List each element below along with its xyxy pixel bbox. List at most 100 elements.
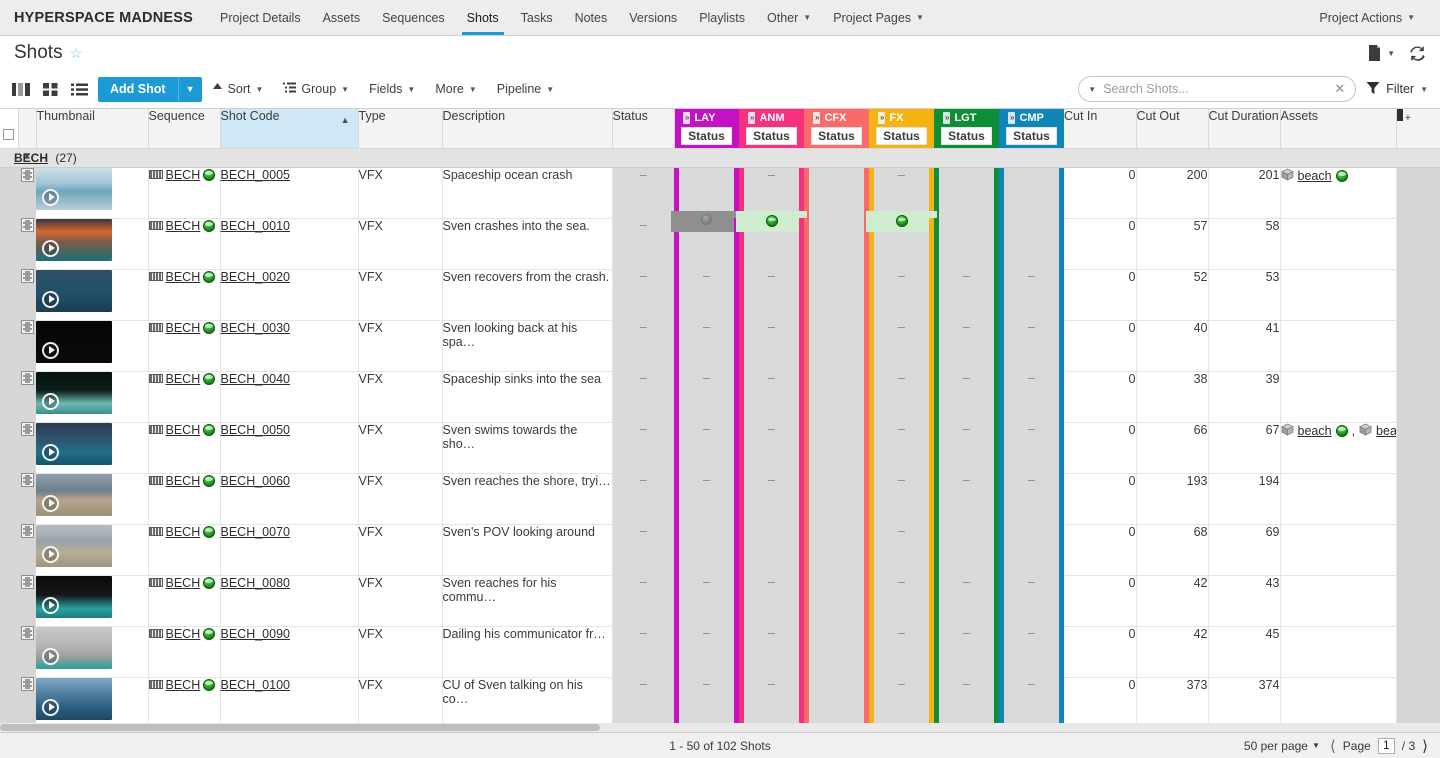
task-status-cell-lgt[interactable]: [939, 218, 994, 269]
type-cell[interactable]: VFX: [358, 269, 443, 321]
play-icon[interactable]: [42, 392, 59, 410]
column-header-cmp[interactable]: » CMP Status: [1004, 109, 1059, 149]
search-box[interactable]: ▼ ✕: [1078, 76, 1357, 102]
shot-code-link[interactable]: BECH_0060: [221, 474, 291, 488]
cut-out-cell[interactable]: 193: [1136, 473, 1209, 525]
shot-code-cell[interactable]: BECH_0020: [220, 269, 359, 321]
shot-code-link[interactable]: BECH_0040: [221, 372, 291, 386]
expand-icon[interactable]: »: [748, 111, 756, 124]
task-status-cell-lgt[interactable]: [939, 524, 994, 575]
detail-view-icon[interactable]: [71, 82, 88, 97]
sequence-cell[interactable]: BECH: [148, 575, 221, 627]
cut-out-cell[interactable]: 38: [1136, 371, 1209, 423]
task-status-cell-lay[interactable]: [679, 524, 734, 575]
shot-code-cell[interactable]: BECH_0050: [220, 422, 359, 474]
star-icon[interactable]: ☆: [70, 45, 83, 62]
asset-link[interactable]: beach: [1298, 169, 1332, 183]
shot-code-link[interactable]: BECH_0090: [221, 627, 291, 641]
task-status-cell-fx[interactable]: –: [874, 626, 929, 677]
task-status-cell-anm[interactable]: –: [744, 422, 799, 473]
status-cell[interactable]: –: [612, 626, 674, 677]
sequence-cell[interactable]: BECH: [148, 371, 221, 423]
description-cell[interactable]: Sven swims towards the sho…: [442, 422, 613, 474]
cut-out-cell[interactable]: 200: [1136, 167, 1209, 219]
task-status-cell-anm[interactable]: –: [744, 677, 799, 728]
description-cell[interactable]: Dailing his communicator fr…: [442, 626, 613, 678]
shot-thumbnail[interactable]: [36, 473, 112, 516]
sequence-cell[interactable]: BECH: [148, 524, 221, 576]
description-cell[interactable]: Spaceship ocean crash: [442, 167, 613, 219]
description-cell[interactable]: Sven recovers from the crash.: [442, 269, 613, 321]
cut-in-cell[interactable]: 0: [1064, 473, 1137, 525]
shot-code-cell[interactable]: BECH_0005: [220, 167, 359, 219]
row-handle[interactable]: [18, 371, 36, 422]
cut-duration-cell[interactable]: 67: [1208, 422, 1281, 474]
group-row-bech[interactable]: ▼ BECH (27): [0, 148, 1440, 168]
cut-in-cell[interactable]: 0: [1064, 422, 1137, 474]
shot-code-link[interactable]: BECH_0005: [221, 168, 291, 182]
assets-cell[interactable]: beach: [1280, 167, 1397, 219]
row-handle[interactable]: [18, 218, 36, 269]
task-status-cell-fx[interactable]: [866, 211, 937, 269]
thumbnail-cell[interactable]: [36, 422, 149, 474]
group-row-cell[interactable]: ▼ BECH (27): [0, 148, 1440, 168]
shot-code-cell[interactable]: BECH_0090: [220, 626, 359, 678]
nav-item-notes[interactable]: Notes: [564, 0, 619, 35]
status-cell[interactable]: –: [612, 473, 674, 524]
thumbnail-cell[interactable]: [36, 320, 149, 372]
task-status-cell-lgt[interactable]: –: [939, 473, 994, 524]
nav-item-shots[interactable]: Shots: [456, 0, 510, 35]
add-shot-button[interactable]: Add Shot: [98, 76, 178, 102]
task-status-cell-cmp[interactable]: –: [1004, 320, 1059, 371]
task-status-cell-cfx[interactable]: [809, 422, 864, 473]
cut-duration-cell[interactable]: 201: [1208, 167, 1281, 219]
status-cell[interactable]: –: [612, 371, 674, 422]
column-header-assets[interactable]: Assets: [1280, 109, 1397, 149]
task-status-cell-fx[interactable]: –: [874, 524, 929, 575]
cut-out-cell[interactable]: 40: [1136, 320, 1209, 372]
grid-view-icon[interactable]: [43, 82, 59, 97]
task-status-cell-cfx[interactable]: [809, 677, 864, 728]
task-status-cell-cfx[interactable]: [809, 524, 864, 575]
nav-item-versions[interactable]: Versions: [618, 0, 688, 35]
task-status-cell-anm[interactable]: –: [744, 371, 799, 422]
chevron-down-icon[interactable]: ▼: [1085, 85, 1099, 94]
task-status-cell-cfx[interactable]: [809, 320, 864, 371]
type-cell[interactable]: VFX: [358, 218, 443, 270]
shot-code-cell[interactable]: BECH_0040: [220, 371, 359, 423]
cut-out-cell[interactable]: 68: [1136, 524, 1209, 576]
task-status-cell-cfx[interactable]: [809, 218, 864, 269]
nav-item-project-details[interactable]: Project Details: [209, 0, 312, 35]
table-row[interactable]: BECH BECH_0040 VFX Spaceship sinks into the…: [0, 371, 1440, 423]
expand-icon[interactable]: »: [878, 111, 886, 124]
assets-cell[interactable]: [1280, 371, 1397, 423]
task-status-cell-cfx[interactable]: [809, 371, 864, 422]
task-status-cell-fx[interactable]: –: [874, 422, 929, 473]
shot-code-link[interactable]: BECH_0020: [221, 270, 291, 284]
thumbnail-cell[interactable]: [36, 167, 149, 219]
shot-code-cell[interactable]: BECH_0060: [220, 473, 359, 525]
type-cell[interactable]: VFX: [358, 371, 443, 423]
sequence-cell[interactable]: BECH: [148, 473, 221, 525]
task-status-cell-lgt[interactable]: –: [939, 371, 994, 422]
sequence-link[interactable]: BECH: [166, 372, 201, 386]
cut-in-cell[interactable]: 0: [1064, 269, 1137, 321]
cut-in-cell[interactable]: 0: [1064, 167, 1137, 219]
sequence-link[interactable]: BECH: [166, 474, 201, 488]
shot-code-cell[interactable]: BECH_0010: [220, 218, 359, 270]
task-status-cell-anm[interactable]: –: [744, 473, 799, 524]
assets-cell[interactable]: [1280, 320, 1397, 372]
shot-thumbnail[interactable]: [36, 575, 112, 618]
cut-in-cell[interactable]: 0: [1064, 371, 1137, 423]
nav-item-assets[interactable]: Assets: [312, 0, 372, 35]
task-status-cell-cmp[interactable]: [1004, 218, 1059, 269]
pipeline-menu[interactable]: Pipeline ▼: [487, 75, 564, 103]
nav-item-playlists[interactable]: Playlists: [688, 0, 756, 35]
shot-code-link[interactable]: BECH_0050: [221, 423, 291, 437]
status-cell[interactable]: –: [612, 575, 674, 626]
cut-duration-cell[interactable]: 41: [1208, 320, 1281, 372]
assets-cell[interactable]: [1280, 473, 1397, 525]
play-icon[interactable]: [42, 647, 59, 665]
shot-code-cell[interactable]: BECH_0030: [220, 320, 359, 372]
column-header-sequence[interactable]: Sequence: [148, 109, 221, 149]
